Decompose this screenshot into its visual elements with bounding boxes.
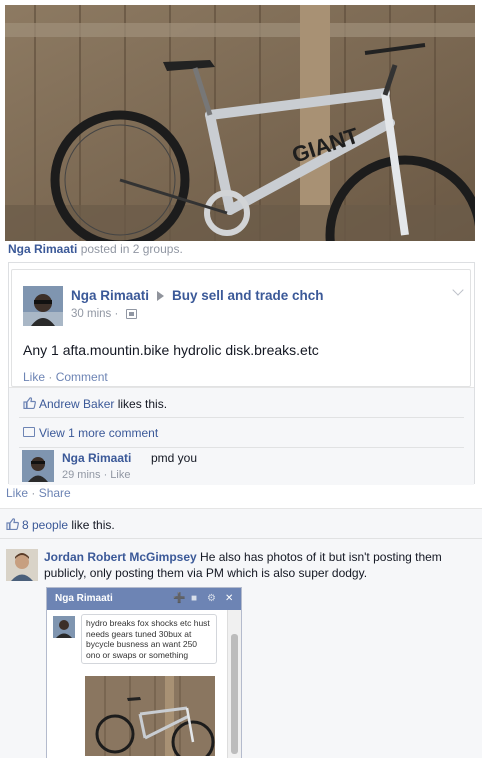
view-more-comments-row[interactable]: View 1 more comment bbox=[9, 417, 474, 447]
chat-message: hydro breaks fox shocks etc hust needs g… bbox=[81, 614, 217, 664]
video-icon: ■ bbox=[191, 593, 198, 604]
thumbs-up-icon bbox=[6, 518, 19, 530]
comment-text: pmd you bbox=[151, 451, 198, 465]
avatar bbox=[53, 616, 75, 638]
chat-header: Nga Rimaati ➕ ■ ⚙ ✕ bbox=[47, 588, 241, 610]
avatar[interactable] bbox=[22, 450, 54, 482]
share-link[interactable]: Share bbox=[39, 486, 71, 500]
chat-screenshot-attachment[interactable]: Nga Rimaati ➕ ■ ⚙ ✕ hydro breaks fox sho… bbox=[46, 587, 242, 758]
add-friend-icon: ➕ bbox=[173, 593, 186, 604]
gear-icon: ⚙ bbox=[207, 593, 216, 604]
comment: Nga Rimaati pmd you 29 mins · Like bbox=[9, 447, 474, 485]
embedded-post-card: Nga Rimaati Buy sell and trade chch 30 m… bbox=[8, 262, 475, 485]
people-count-link[interactable]: 8 people bbox=[22, 518, 68, 532]
arrow-right-icon bbox=[157, 291, 164, 301]
action-separator: · bbox=[45, 370, 56, 384]
shared-post-header: Nga Rimaati posted in 2 groups. bbox=[8, 242, 183, 256]
outer-comment: Jordan Robert McGimpsey He also has phot… bbox=[0, 538, 482, 758]
comment-link[interactable]: Comment bbox=[56, 370, 108, 384]
outer-likes-text: 8 people like this. bbox=[22, 518, 115, 532]
close-icon: ✕ bbox=[225, 593, 234, 604]
post-timestamp[interactable]: 30 mins · bbox=[71, 308, 118, 320]
liker-link[interactable]: Andrew Baker bbox=[39, 397, 114, 411]
chevron-down-icon[interactable] bbox=[452, 284, 464, 296]
likes-suffix: like this. bbox=[68, 518, 115, 532]
avatar[interactable] bbox=[23, 286, 63, 326]
avatar[interactable] bbox=[6, 549, 38, 581]
comment-author[interactable]: Nga Rimaati bbox=[62, 451, 131, 465]
outer-post-actions: Like · Share bbox=[6, 486, 71, 500]
chat-bike-photo bbox=[85, 676, 215, 756]
thumbs-up-icon bbox=[23, 397, 36, 409]
bike-photo[interactable]: GIANT bbox=[5, 5, 475, 241]
comment-meta: 29 mins · Like bbox=[62, 469, 131, 481]
like-link[interactable]: Like bbox=[6, 486, 28, 500]
outer-likes-row: 8 people like this. bbox=[0, 508, 482, 538]
comment-author[interactable]: Jordan Robert McGimpsey bbox=[44, 550, 197, 564]
likes-row: Andrew Baker likes this. bbox=[9, 387, 474, 417]
likes-suffix: likes this. bbox=[114, 397, 168, 411]
post-actions: Like · Comment bbox=[23, 370, 108, 384]
action-separator: · bbox=[28, 486, 39, 500]
chat-title: Nga Rimaati bbox=[55, 593, 113, 604]
outer-comment-body: Jordan Robert McGimpsey He also has phot… bbox=[44, 549, 474, 581]
group-audience-icon[interactable] bbox=[126, 309, 137, 319]
like-link[interactable]: Like bbox=[23, 370, 45, 384]
view-more-comments-link[interactable]: View 1 more comment bbox=[39, 426, 158, 440]
chat-scrollbar[interactable] bbox=[227, 610, 241, 758]
shared-post-suffix: posted in 2 groups. bbox=[80, 242, 183, 256]
shared-post-author[interactable]: Nga Rimaati bbox=[8, 242, 77, 256]
post-body: Any 1 afta.mountin.bike hydrolic disk.br… bbox=[23, 342, 319, 358]
post-author[interactable]: Nga Rimaati bbox=[71, 288, 149, 303]
comment-icon bbox=[23, 427, 35, 437]
inner-post: Nga Rimaati Buy sell and trade chch 30 m… bbox=[11, 269, 471, 387]
likes-text: Andrew Baker likes this. bbox=[39, 397, 167, 411]
group-link[interactable]: Buy sell and trade chch bbox=[172, 288, 324, 303]
